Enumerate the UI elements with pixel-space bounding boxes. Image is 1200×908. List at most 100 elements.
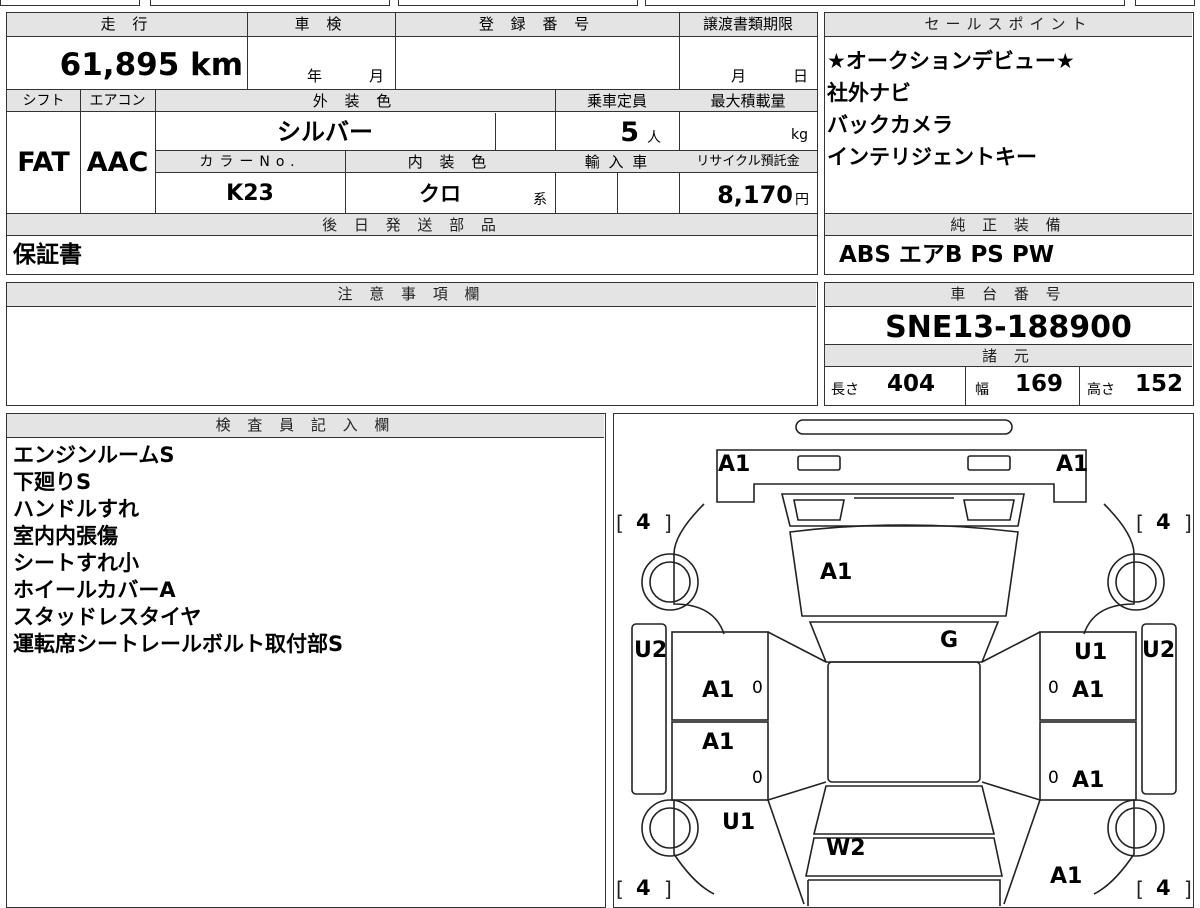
color-no-label: カラーNo. (199, 154, 301, 170)
chassis-label: 車 台 番 号 (825, 283, 1192, 307)
front-bumper-shape (795, 419, 1013, 435)
mark-tire-rl: 4 (636, 876, 651, 900)
length-label: 長さ (831, 382, 859, 398)
mark-tire-fl: 4 (636, 510, 651, 534)
inspector-line: スタッドレスタイヤ (13, 605, 202, 629)
height-value: 152 (1135, 371, 1184, 397)
shift-value: FAT (17, 147, 70, 178)
width-label: 幅 (975, 382, 989, 398)
tire-bracket-right-open: [ (1136, 511, 1144, 535)
mark-side-right: U2 (1142, 638, 1176, 663)
interior-color-value: クロ (419, 182, 461, 206)
capacity-unit: 人 (647, 130, 661, 146)
shaken-year: 年 (307, 67, 323, 85)
sales-point-box: セールスポイント ★オークションデビュー★ 社外ナビ バックカメラ インテリジェ… (824, 12, 1194, 275)
mark-zero-4: 0 (1048, 768, 1059, 788)
recycle-label: リサイクル預託金 (696, 154, 800, 169)
mileage-label: 走 行 (100, 15, 154, 33)
top-strip-cell (1135, 0, 1195, 6)
front-door-left-shape (671, 631, 769, 721)
length-value: 404 (887, 371, 936, 397)
transfer-deadline-label: 譲渡書類期限 (702, 15, 793, 33)
chassis-number: SNE13-188900 (885, 310, 1132, 345)
width-value: 169 (1015, 371, 1064, 397)
mark-tire-fr: 4 (1156, 510, 1171, 534)
sales-point-item: ★オークションデビュー★ (827, 49, 1075, 73)
tire-bracket-right-open: [ (1136, 877, 1144, 901)
recycle-unit: 円 (795, 192, 809, 208)
windshield-shape (808, 621, 1000, 663)
inspector-line: 室内内張傷 (13, 524, 118, 548)
roof-shape (827, 661, 981, 783)
shift-label: シフト (22, 93, 65, 109)
transfer-day: 日 (793, 67, 809, 85)
shaken-label: 車 検 (294, 15, 348, 33)
mark-rear-window: W2 (826, 836, 866, 861)
inspector-line: 下廻りS (13, 470, 92, 494)
mark-side-left: U2 (634, 638, 668, 663)
headlight-right-shape (967, 455, 1011, 471)
inspector-line: エンジンルームS (13, 443, 175, 467)
interior-color-suffix: 系 (533, 192, 547, 208)
mileage-value: 61,895 km (59, 47, 243, 83)
inspector-box: 検 査 員 記 入 欄 エンジンルームS 下廻りS ハンドルすれ 室内内張傷 シ… (6, 413, 606, 908)
sales-point-item: 社外ナビ (827, 81, 911, 105)
inspector-line: ホイールカバーA (13, 578, 176, 602)
transfer-month: 月 (731, 67, 747, 85)
mark-tire-rr: 4 (1156, 876, 1171, 900)
tire-bracket-left-close: ] (664, 511, 672, 535)
notes-box: 注 意 事 項 欄 (6, 282, 818, 406)
mark-rear-left: U1 (722, 810, 756, 835)
mark-zero-3: 0 (752, 768, 763, 788)
notes-label: 注 意 事 項 欄 (7, 283, 816, 307)
mark-zero-2: 0 (1048, 678, 1059, 698)
tire-bracket-right-close: ] (1184, 877, 1192, 901)
registration-label: 登 録 番 号 (478, 15, 596, 33)
inspector-notes: エンジンルームS 下廻りS ハンドルすれ 室内内張傷 シートすれ小 ホイールカバ… (13, 442, 343, 658)
mark-front-door-right-b: A1 (1072, 678, 1105, 703)
car-damage-diagram: [ ] [ ] [ ] [ ] A1 A1 4 4 A1 G U2 U2 U1 … (613, 413, 1194, 908)
sales-point-item: バックカメラ (827, 113, 953, 137)
shaken-month: 月 (369, 67, 385, 85)
top-strip-cell (0, 0, 140, 6)
mark-front-left: A1 (718, 452, 751, 477)
top-strip-cell (645, 0, 1125, 6)
tire-bracket-left-close: ] (664, 877, 672, 901)
recycle-fee-value: 8,170 (717, 181, 793, 209)
ac-label: エアコン (89, 93, 146, 109)
mark-front-door-right-a: U1 (1074, 640, 1108, 665)
mark-front-right: A1 (1056, 452, 1089, 477)
mark-rear-door-left: A1 (702, 730, 735, 755)
color-no-value: K23 (226, 181, 274, 206)
genuine-equipment-value: ABS エアB PS PW (839, 242, 1055, 268)
mark-zero-1: 0 (752, 678, 763, 698)
tire-bracket-left-open: [ (616, 877, 624, 901)
inspector-line: シートすれ小 (13, 551, 139, 575)
top-strip-cell (398, 0, 638, 6)
import-label: 輸 入 車 (584, 153, 650, 171)
max-load-unit: kg (791, 127, 808, 143)
inspector-label: 検 査 員 記 入 欄 (7, 414, 604, 438)
sales-point-item: インテリジェントキー (827, 145, 1037, 169)
mark-hood: A1 (820, 560, 853, 585)
chassis-box: 車 台 番 号 SNE13-188900 諸 元 長さ 404 幅 169 高さ… (824, 282, 1194, 406)
mark-front-door-left: A1 (702, 678, 735, 703)
sales-point-label: セールスポイント (825, 13, 1192, 37)
top-strip-cell (150, 0, 390, 6)
tire-bracket-right-close: ] (1184, 511, 1192, 535)
capacity-value: 5 (620, 117, 639, 148)
sales-point-list: ★オークションデビュー★ 社外ナビ バックカメラ インテリジェントキー (827, 45, 1075, 173)
exterior-color-label: 外 装 色 (312, 92, 398, 110)
height-label: 高さ (1087, 382, 1115, 398)
tire-bracket-left-open: [ (616, 511, 624, 535)
headlight-left-shape (797, 455, 841, 471)
mark-rear-door-right: A1 (1072, 768, 1105, 793)
mark-rear-right: A1 (1050, 864, 1083, 889)
rear-window-shape (812, 785, 996, 835)
exterior-color-value: シルバー (277, 118, 373, 146)
mark-windshield: G (940, 628, 959, 653)
later-parts-value: 保証書 (13, 242, 82, 268)
inspector-line: ハンドルすれ (13, 497, 139, 521)
max-load-label: 最大積載量 (710, 92, 786, 110)
interior-color-label: 内 装 色 (407, 153, 493, 171)
